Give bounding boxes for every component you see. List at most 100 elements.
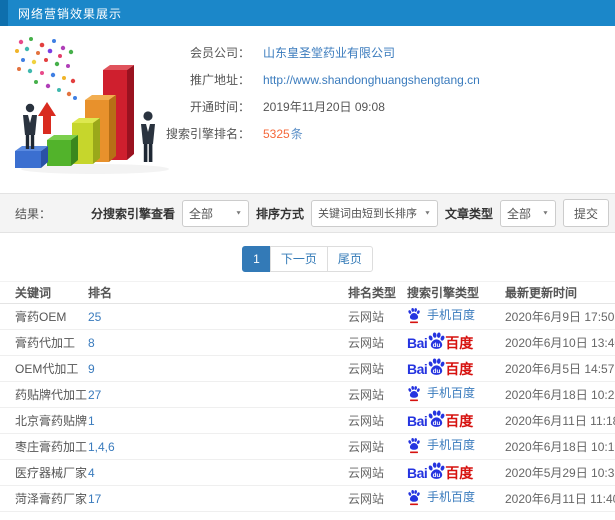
rank-type-cell: 云网站 [348,459,407,486]
rank-link[interactable]: 1 [88,414,95,428]
table-row: 枣庄膏药加工 1,4,6 云网站 手机百度 2020年6月18日 10:19 [0,433,615,460]
svg-text:du: du [433,420,441,427]
table-row: 药贴牌代加工 27 云网站 手机百度 2020年6月18日 10:25 [0,381,615,408]
baidu-pc-logo: Bai du 百度 [407,410,473,430]
open-time-label: 开通时间： [189,100,250,114]
baidu-paw-icon: du [428,358,446,375]
member-info-panel: 会员公司： 山东皇圣堂药业有限公司 推广地址： http://www.shand… [158,39,480,147]
keyword-cell: 北京膏药贴牌 [0,407,88,434]
updated-cell: 2020年6月5日 14:57 [505,355,615,382]
rank-link[interactable]: 9 [88,362,95,376]
chevron-down-icon: ▼ [235,210,243,216]
rank-link[interactable]: 1,4,6 [88,440,115,454]
company-label: 会员公司： [189,46,250,60]
updated-cell: 2020年6月9日 17:50 [505,303,615,330]
keyword-cell: OEM代加工 [0,355,88,382]
engine-filter-label: 分搜索引擎查看 [91,206,176,221]
col-header-updated: 最新更新时间 [505,281,615,304]
filter-controls: 分搜索引擎查看 全部 ▼ 排序方式 关键词由短到长排序 ▼ 文章类型 全部 ▼ … [91,199,615,227]
sort-value: 关键词由短到长排序 [318,208,418,220]
keyword-cell: 枣庄膏药加工 [0,433,88,460]
keyword-cell: 药贴牌代加工 [0,381,88,408]
table-header-row: 关键词 排名 排名类型 搜索引擎类型 最新更新时间 [0,281,615,304]
article-type-value: 全部 [506,206,531,221]
rank-link[interactable]: 8 [88,336,95,350]
baidu-pc-logo: Bai du 百度 [407,358,473,378]
updated-cell: 2020年6月11日 11:40 [505,485,615,512]
mobile-baidu-logo: 手机百度 [407,385,475,402]
svg-text:du: du [433,368,441,375]
baidu-paw-icon [407,489,421,505]
growth-chart-illustration [15,37,169,174]
keyword-cell: 膏药OEM [0,303,88,330]
rank-count-value: 5325条 [263,127,303,141]
keyword-cell: 菏泽膏药厂家 [0,485,88,512]
info-row-url: 推广地址： http://www.shandonghuangshengtang.… [158,66,480,93]
rank-type-cell: 云网站 [348,303,407,330]
sort-label: 排序方式 [256,206,305,221]
table-row: 北京膏药贴牌 1 云网站 Bai du 百度 2020年6月11日 11:18 [0,407,615,434]
keyword-cell: 医疗器械厂家 [0,459,88,486]
result-label: 结果： [15,206,52,221]
sort-select[interactable]: 关键词由短到长排序 ▼ [311,199,438,227]
col-header-rank: 排名 [88,281,348,304]
filter-bar: 结果： 分搜索引擎查看 全部 ▼ 排序方式 关键词由短到长排序 ▼ 文章类型 全… [0,193,615,233]
engine-filter-select[interactable]: 全部 ▼ [182,199,250,227]
rank-link[interactable]: 27 [88,388,101,402]
last-page-button[interactable]: 尾页 [326,246,373,272]
keyword-cell: 膏药代加工 [0,329,88,356]
company-link[interactable]: 山东皇圣堂药业有限公司 [263,44,395,61]
next-page-button[interactable]: 下一页 [269,246,328,272]
mobile-baidu-logo: 手机百度 [407,307,475,324]
bar-blue [15,146,48,168]
promo-url-label: 推广地址： [189,73,250,87]
rank-type-cell: 云网站 [348,355,407,382]
info-row-open-time: 开通时间： 2019年11月20日 09:08 [158,93,480,120]
info-row-company: 会员公司： 山东皇圣堂药业有限公司 [158,39,480,66]
table-row: 医疗器械厂家 4 云网站 Bai du 百度 2020年5月29日 10:32 [0,459,615,486]
rank-type-cell: 云网站 [348,381,407,408]
updated-cell: 2020年6月11日 11:18 [505,407,615,434]
article-type-label: 文章类型 [444,206,493,221]
rank-link[interactable]: 4 [88,466,95,480]
baidu-paw-icon [407,385,421,401]
rank-type-cell: 云网站 [348,485,407,512]
page-button-1[interactable]: 1 [242,246,271,272]
pagination: 1 下一页 尾页 [0,246,615,272]
keyword-ranking-table: 关键词 排名 排名类型 搜索引擎类型 最新更新时间 膏药OEM 25 云网站 手… [0,281,615,512]
updated-cell: 2020年6月18日 10:19 [505,433,615,460]
baidu-paw-icon [407,307,421,323]
confetti-dots [15,37,77,100]
submit-button[interactable]: 提交 [562,199,609,227]
bar-green [47,135,78,166]
col-header-keyword: 关键词 [0,281,88,304]
page-header: 网络营销效果展示 [0,0,615,26]
rank-type-cell: 云网站 [348,329,407,356]
mobile-baidu-logo: 手机百度 [407,489,475,506]
table-row: 膏药代加工 8 云网站 Bai du 百度 2020年6月10日 13:40 [0,329,615,356]
info-row-rank-count: 搜索引擎排名： 5325条 [158,120,480,147]
baidu-pc-logo: Bai du 百度 [407,332,473,352]
page-title: 网络营销效果展示 [18,6,123,21]
table-row: OEM代加工 9 云网站 Bai du 百度 2020年6月5日 14:57 [0,355,615,382]
article-type-select[interactable]: 全部 ▼ [499,199,556,227]
col-header-engine-type: 搜索引擎类型 [407,281,505,304]
baidu-paw-icon: du [428,462,446,479]
svg-text:du: du [433,342,441,349]
baidu-paw-icon: du [428,332,446,349]
rank-link[interactable]: 25 [88,310,101,324]
updated-cell: 2020年6月18日 10:25 [505,381,615,408]
mobile-baidu-logo: 手机百度 [407,437,475,454]
summary-section: 会员公司： 山东皇圣堂药业有限公司 推广地址： http://www.shand… [0,26,615,193]
open-time-value: 2019年11月20日 09:08 [263,100,385,114]
rank-link[interactable]: 17 [88,492,101,506]
updated-cell: 2020年6月10日 13:40 [505,329,615,356]
businessman-left-figure [23,103,37,149]
baidu-paw-icon [407,437,421,453]
rank-type-cell: 云网站 [348,407,407,434]
rank-type-cell: 云网站 [348,433,407,460]
baidu-paw-icon: du [428,410,446,427]
engine-filter-value: 全部 [189,206,214,221]
updated-cell: 2020年5月29日 10:32 [505,459,615,486]
promo-url-link[interactable]: http://www.shandonghuangshengtang.cn [263,73,480,87]
